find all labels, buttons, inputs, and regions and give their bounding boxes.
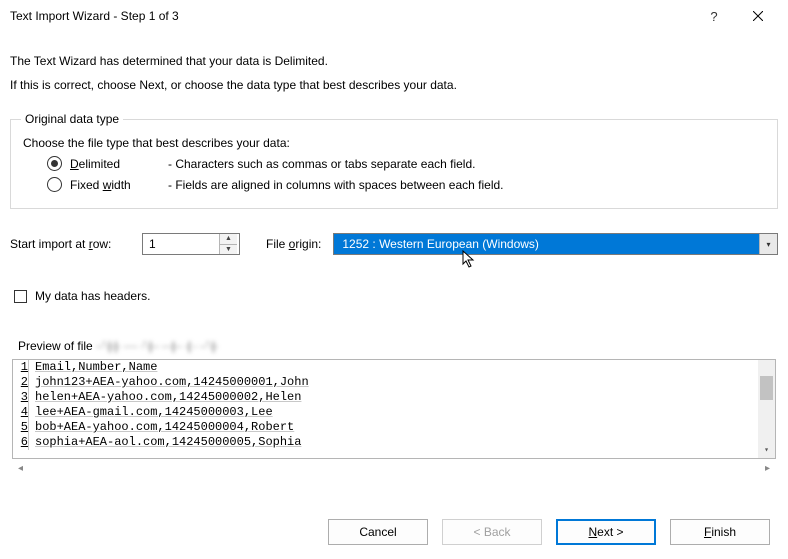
- cancel-button[interactable]: Cancel: [328, 519, 428, 545]
- titlebar: Text Import Wizard - Step 1 of 3 ?: [0, 0, 788, 32]
- line-number: 2: [13, 375, 29, 390]
- intro-text: The Text Wizard has determined that your…: [10, 46, 778, 100]
- spinner-buttons: ▲ ▼: [219, 234, 237, 254]
- radio-fixed-label: Fixed width: [70, 178, 160, 192]
- line-number: 3: [13, 390, 29, 405]
- line-number: 6: [13, 435, 29, 450]
- window-title: Text Import Wizard - Step 1 of 3: [10, 9, 692, 23]
- start-row-spinner[interactable]: ▲ ▼: [142, 233, 240, 255]
- radio-delimited-label: Delimited: [70, 157, 160, 171]
- help-button[interactable]: ?: [692, 2, 736, 30]
- line-number: 4: [13, 405, 29, 420]
- file-origin-combo[interactable]: 1252 : Western European (Windows) ▾: [333, 233, 778, 255]
- back-button: < Back: [442, 519, 542, 545]
- preview-line: helen+AEA-yahoo.com,14245000002,Helen: [35, 390, 757, 405]
- start-row-label: Start import at row:: [10, 237, 130, 251]
- radio-fixed-desc: - Fields are aligned in columns with spa…: [168, 178, 504, 192]
- finish-button[interactable]: Finish: [670, 519, 770, 545]
- dialog-content: The Text Wizard has determined that your…: [0, 32, 788, 501]
- group-legend: Original data type: [21, 112, 123, 126]
- headers-checkbox-row[interactable]: My data has headers.: [14, 289, 778, 303]
- line-number: 1: [13, 360, 29, 375]
- start-row-input[interactable]: [143, 234, 219, 254]
- original-data-type-group: Original data type Choose the file type …: [10, 112, 778, 209]
- chevron-down-icon: ▾: [766, 240, 770, 249]
- close-icon: [753, 11, 763, 21]
- preview-line: Email,Number,Name: [35, 360, 757, 375]
- radio-delimited-desc: - Characters such as commas or tabs sepa…: [168, 157, 475, 171]
- scroll-down-icon: ▾: [758, 442, 775, 458]
- radio-icon: [47, 177, 62, 192]
- group-prompt: Choose the file type that best describes…: [23, 136, 767, 150]
- preview-vertical-scrollbar[interactable]: ▾: [758, 360, 775, 458]
- next-button[interactable]: Next >: [556, 519, 656, 545]
- preview-box: 1 2 3 4 5 6 Email,Number,Name john123+AE…: [12, 359, 776, 459]
- preview-horizontal-scroll[interactable]: ◂ ▸: [10, 459, 778, 474]
- close-button[interactable]: [736, 2, 780, 30]
- preview-lines: Email,Number,Name john123+AEA-yahoo.com,…: [35, 360, 757, 458]
- preview-gutter: 1 2 3 4 5 6: [13, 360, 33, 458]
- radio-fixed-width[interactable]: Fixed width - Fields are aligned in colu…: [47, 177, 767, 192]
- combo-dropdown-button[interactable]: ▾: [759, 234, 777, 254]
- preview-line: sophia+AEA-aol.com,14245000005,Sophia: [35, 435, 757, 450]
- intro-line-2: If this is correct, choose Next, or choo…: [10, 76, 778, 94]
- preview-line: john123+AEA-yahoo.com,14245000001,John: [35, 375, 757, 390]
- intro-line-1: The Text Wizard has determined that your…: [10, 52, 778, 70]
- file-origin-value: 1252 : Western European (Windows): [334, 234, 759, 254]
- scroll-thumb[interactable]: [760, 376, 773, 400]
- preview-line: bob+AEA-yahoo.com,14245000004,Robert: [35, 420, 757, 435]
- preview-label: Preview of file ··'·|·|· ···· ·'·|·· ···…: [18, 339, 778, 353]
- headers-checkbox-label: My data has headers.: [35, 289, 150, 303]
- line-number: 5: [13, 420, 29, 435]
- import-row: Start import at row: ▲ ▼ File origin: 12…: [10, 233, 778, 255]
- scroll-left-icon: ◂: [18, 463, 23, 474]
- scroll-right-icon: ▸: [765, 463, 770, 474]
- spinner-up[interactable]: ▲: [220, 234, 237, 244]
- spinner-down[interactable]: ▼: [220, 244, 237, 255]
- checkbox-icon: [14, 290, 27, 303]
- button-row: Cancel < Back Next > Finish: [0, 501, 788, 559]
- scroll-up-icon: [758, 360, 775, 376]
- file-origin-label: File origin:: [266, 237, 321, 251]
- radio-icon: [47, 156, 62, 171]
- dialog-window: Text Import Wizard - Step 1 of 3 ? The T…: [0, 0, 788, 559]
- preview-line: lee+AEA-gmail.com,14245000003,Lee: [35, 405, 757, 420]
- radio-delimited[interactable]: Delimited - Characters such as commas or…: [47, 156, 767, 171]
